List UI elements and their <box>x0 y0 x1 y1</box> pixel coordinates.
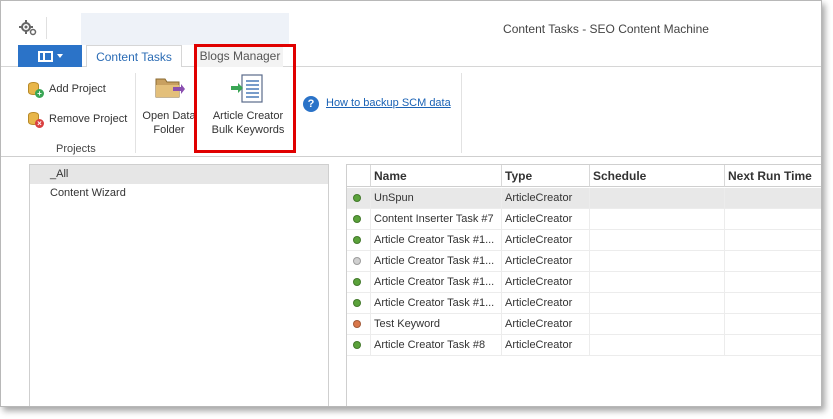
cell-name: UnSpun <box>371 188 502 209</box>
remove-project-label: Remove Project <box>49 113 128 125</box>
status-cell <box>347 209 371 230</box>
status-dot-icon <box>353 194 361 202</box>
cell-type: ArticleCreator <box>502 230 590 251</box>
cell-schedule <box>590 251 725 272</box>
status-dot-icon <box>353 320 361 328</box>
status-cell <box>347 293 371 314</box>
grid-header-name[interactable]: Name <box>371 165 502 187</box>
status-dot-icon <box>353 215 361 223</box>
cell-next_run <box>725 272 821 293</box>
status-dot-icon <box>353 299 361 307</box>
cell-next_run <box>725 209 821 230</box>
cell-schedule <box>590 335 725 356</box>
add-project-label: Add Project <box>49 83 106 95</box>
cell-next_run <box>725 251 821 272</box>
title-bar: Content Tasks - SEO Content Machine <box>1 1 821 45</box>
status-dot-icon <box>353 236 361 244</box>
cell-name: Article Creator Task #1... <box>371 272 502 293</box>
status-dot-icon <box>353 257 361 265</box>
cell-type: ArticleCreator <box>502 209 590 230</box>
open-data-folder-label: Open Data Folder <box>142 110 196 136</box>
status-dot-icon <box>353 278 361 286</box>
status-cell <box>347 230 371 251</box>
remove-project-icon: × <box>27 111 44 128</box>
file-menu-icon <box>37 50 53 62</box>
status-cell <box>347 272 371 293</box>
table-row[interactable]: Article Creator Task #1... ArticleCreator <box>347 272 821 293</box>
cell-name: Article Creator Task #1... <box>371 230 502 251</box>
ribbon-panel: + Add Project × Remove Project Projects … <box>1 67 821 157</box>
cell-schedule <box>590 272 725 293</box>
tab-blogs-manager[interactable]: Blogs Manager <box>197 45 283 68</box>
cell-type: ArticleCreator <box>502 272 590 293</box>
table-row[interactable]: Article Creator Task #1... ArticleCreator <box>347 230 821 251</box>
status-cell <box>347 251 371 272</box>
chevron-down-icon <box>56 54 63 58</box>
status-dot-icon <box>353 341 361 349</box>
cell-type: ArticleCreator <box>502 314 590 335</box>
cell-schedule <box>590 230 725 251</box>
table-row[interactable]: Article Creator Task #1... ArticleCreator <box>347 251 821 272</box>
table-row[interactable]: Article Creator Task #1... ArticleCreator <box>347 293 821 314</box>
help-icon[interactable]: ? <box>303 96 319 112</box>
grid-header-type[interactable]: Type <box>502 165 590 187</box>
ribbon-tab-row: Content Tasks Blogs Manager <box>1 45 821 68</box>
folder-icon <box>155 78 185 98</box>
gear-icon[interactable] <box>19 19 37 37</box>
add-project-icon: + <box>27 81 44 98</box>
cell-schedule <box>590 293 725 314</box>
project-tree: _All Content Wizard <box>29 164 329 406</box>
cell-type: ArticleCreator <box>502 251 590 272</box>
table-row[interactable]: UnSpun ArticleCreator <box>347 188 821 209</box>
file-menu-button[interactable] <box>18 45 82 67</box>
cell-name: Content Inserter Task #7 <box>371 209 502 230</box>
app-window: Content Tasks - SEO Content Machine Cont… <box>0 0 822 407</box>
cell-next_run <box>725 230 821 251</box>
cell-type: ArticleCreator <box>502 335 590 356</box>
grid-header-status <box>347 165 371 187</box>
cell-name: Article Creator Task #8 <box>371 335 502 356</box>
tree-item-all[interactable]: _All <box>30 165 328 184</box>
article-creator-bulk-keywords-label: Article Creator Bulk Keywords <box>211 110 285 136</box>
tree-item-content-wizard[interactable]: Content Wizard <box>30 184 328 203</box>
cell-next_run <box>725 335 821 356</box>
table-row[interactable]: Content Inserter Task #7 ArticleCreator <box>347 209 821 230</box>
bulk-keywords-icon <box>231 74 263 103</box>
cell-schedule <box>590 209 725 230</box>
status-cell <box>347 335 371 356</box>
table-row[interactable]: Test Keyword ArticleCreator <box>347 314 821 335</box>
status-cell <box>347 188 371 209</box>
cell-next_run <box>725 293 821 314</box>
tasks-grid: Name Type Schedule Next Run Time UnSpun A… <box>346 164 821 406</box>
cell-schedule <box>590 314 725 335</box>
tab-content-tasks[interactable]: Content Tasks <box>86 45 182 68</box>
cell-name: Article Creator Task #1... <box>371 293 502 314</box>
group-label-projects: Projects <box>56 143 96 155</box>
add-project-button[interactable]: + Add Project <box>27 81 106 98</box>
grid-header-schedule[interactable]: Schedule <box>590 165 725 187</box>
toolbar-separator <box>46 17 47 39</box>
ribbon-header-accent <box>81 13 289 45</box>
grid-header-next-run[interactable]: Next Run Time <box>725 165 821 187</box>
backup-help-link[interactable]: How to backup SCM data <box>326 97 451 109</box>
cell-type: ArticleCreator <box>502 188 590 209</box>
cell-schedule <box>590 188 725 209</box>
cell-next_run <box>725 314 821 335</box>
status-cell <box>347 314 371 335</box>
cell-type: ArticleCreator <box>502 293 590 314</box>
group-separator <box>135 73 136 153</box>
cell-next_run <box>725 188 821 209</box>
cell-name: Test Keyword <box>371 314 502 335</box>
window-title: Content Tasks - SEO Content Machine <box>503 22 709 36</box>
remove-project-button[interactable]: × Remove Project <box>27 111 128 128</box>
cell-name: Article Creator Task #1... <box>371 251 502 272</box>
group-separator <box>461 73 462 153</box>
table-row[interactable]: Article Creator Task #8 ArticleCreator <box>347 335 821 356</box>
